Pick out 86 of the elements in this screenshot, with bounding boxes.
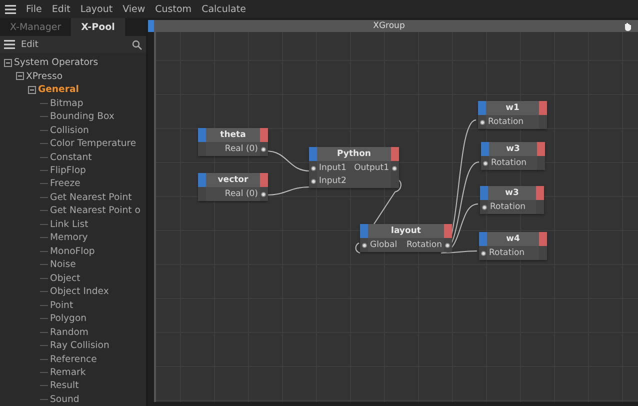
port-label: Rotation	[489, 248, 525, 258]
tree-item[interactable]: Link List	[50, 218, 88, 230]
menu-item[interactable]: Custom	[155, 4, 192, 14]
tree-item[interactable]: Bitmap	[50, 98, 84, 109]
port-label: Rotation	[490, 202, 526, 212]
input-port[interactable]	[311, 166, 316, 170]
tree-item[interactable]: Remark	[50, 367, 86, 378]
node-title: w4	[505, 233, 521, 246]
tree-item[interactable]: System Operators	[14, 57, 98, 68]
corner-marker	[148, 20, 154, 32]
node-title: w3	[504, 187, 520, 200]
tree-item[interactable]: Object	[50, 272, 80, 284]
menu-item[interactable]: Edit	[52, 4, 70, 14]
port-label: Rotation	[488, 117, 524, 127]
node[interactable]: Python Input1 Input2 Output1	[309, 147, 399, 188]
tree-item[interactable]: Get Nearest Point o	[50, 205, 140, 216]
node[interactable]: w4 Rotation	[479, 232, 547, 260]
input-port[interactable]	[481, 250, 486, 256]
port-label: Rotation	[491, 158, 527, 168]
node[interactable]: theta Real (0)	[198, 128, 268, 156]
node-title: w3	[505, 143, 521, 156]
port-label: Real (0)	[224, 144, 258, 154]
tree-item[interactable]: Memory	[50, 232, 88, 244]
node[interactable]: layout Global Rotation	[360, 224, 452, 252]
tree-item[interactable]: FlipFlop	[50, 164, 86, 176]
tab[interactable]: X-Pool	[71, 18, 125, 36]
tree-item[interactable]: Polygon	[50, 313, 87, 324]
connection-wire	[266, 186, 310, 196]
menu-item[interactable]: File	[26, 4, 42, 14]
input-port[interactable]	[483, 160, 488, 166]
node-canvas[interactable]: theta Real (0) vector Real (0) Python Input1 Input2 Output1 layout Global Rotation w1 Rotation w3 Rotation w3 Rotation w4 Rotation	[154, 32, 638, 402]
tree-item[interactable]: Freeze	[50, 178, 80, 190]
node[interactable]: w3 Rotation	[481, 142, 545, 170]
collapse-icon[interactable]	[16, 72, 24, 80]
connection-wire	[374, 178, 402, 224]
menu-item[interactable]: Calculate	[202, 4, 246, 14]
tree-item[interactable]: Point	[50, 300, 74, 311]
port-label: Output1	[354, 163, 389, 173]
tree-item[interactable]: Constant	[50, 152, 92, 163]
node-title: layout	[390, 225, 422, 238]
node[interactable]: vector Real (0)	[198, 173, 268, 201]
connection-wire	[355, 242, 360, 254]
tree-item[interactable]: Random	[50, 326, 88, 338]
tree-item[interactable]: Result	[50, 380, 79, 392]
port-label: Rotation	[406, 240, 442, 250]
port-label: Global	[370, 240, 398, 250]
port-label: Real (0)	[224, 189, 258, 199]
tree-item[interactable]: Bounding Box	[50, 111, 114, 122]
node[interactable]: w3 Rotation	[480, 186, 544, 214]
input-port[interactable]	[362, 242, 367, 248]
input-port[interactable]	[480, 120, 485, 124]
tree-item[interactable]: Noise	[50, 259, 76, 270]
port-label: Input1	[319, 163, 346, 173]
tree-item[interactable]: Object Index	[50, 286, 109, 298]
menu-item[interactable]: Layout	[80, 4, 113, 14]
node-title: Python	[336, 148, 372, 161]
menu-item[interactable]: View	[122, 4, 146, 14]
edit-menu[interactable]: Edit	[21, 40, 38, 50]
tree-item[interactable]: Collision	[50, 124, 89, 136]
hand-icon[interactable]	[624, 22, 632, 30]
tree-item[interactable]: Get Nearest Point	[50, 192, 132, 203]
tree-item[interactable]: MonoFlop	[50, 246, 95, 257]
output-port[interactable]	[261, 146, 266, 152]
output-port[interactable]	[392, 166, 397, 170]
canvas-title: XGroup	[372, 21, 406, 31]
connection-wire	[266, 150, 310, 172]
tree-item[interactable]: Reference	[50, 354, 97, 365]
collapse-icon[interactable]	[4, 58, 12, 67]
node-title: theta	[219, 129, 247, 142]
tree-item[interactable]: Sound	[50, 394, 80, 405]
search-icon[interactable]	[132, 40, 142, 50]
input-port[interactable]	[482, 204, 487, 210]
output-port[interactable]	[261, 192, 266, 196]
tree-item[interactable]: General	[38, 84, 79, 96]
node-title: w1	[504, 102, 520, 115]
input-port[interactable]	[311, 178, 316, 184]
collapse-icon[interactable]	[28, 86, 36, 94]
menu-icon[interactable]	[4, 40, 15, 49]
node[interactable]: w1 Rotation	[478, 101, 547, 129]
menu-icon[interactable]	[5, 4, 16, 14]
tree-item[interactable]: Color Temperature	[50, 138, 136, 150]
node-title: vector	[216, 174, 250, 187]
tree-item[interactable]: Ray Collision	[50, 340, 110, 352]
output-port[interactable]	[445, 242, 450, 248]
tree-item[interactable]: XPresso	[26, 70, 63, 82]
port-label: Input2	[319, 176, 346, 186]
